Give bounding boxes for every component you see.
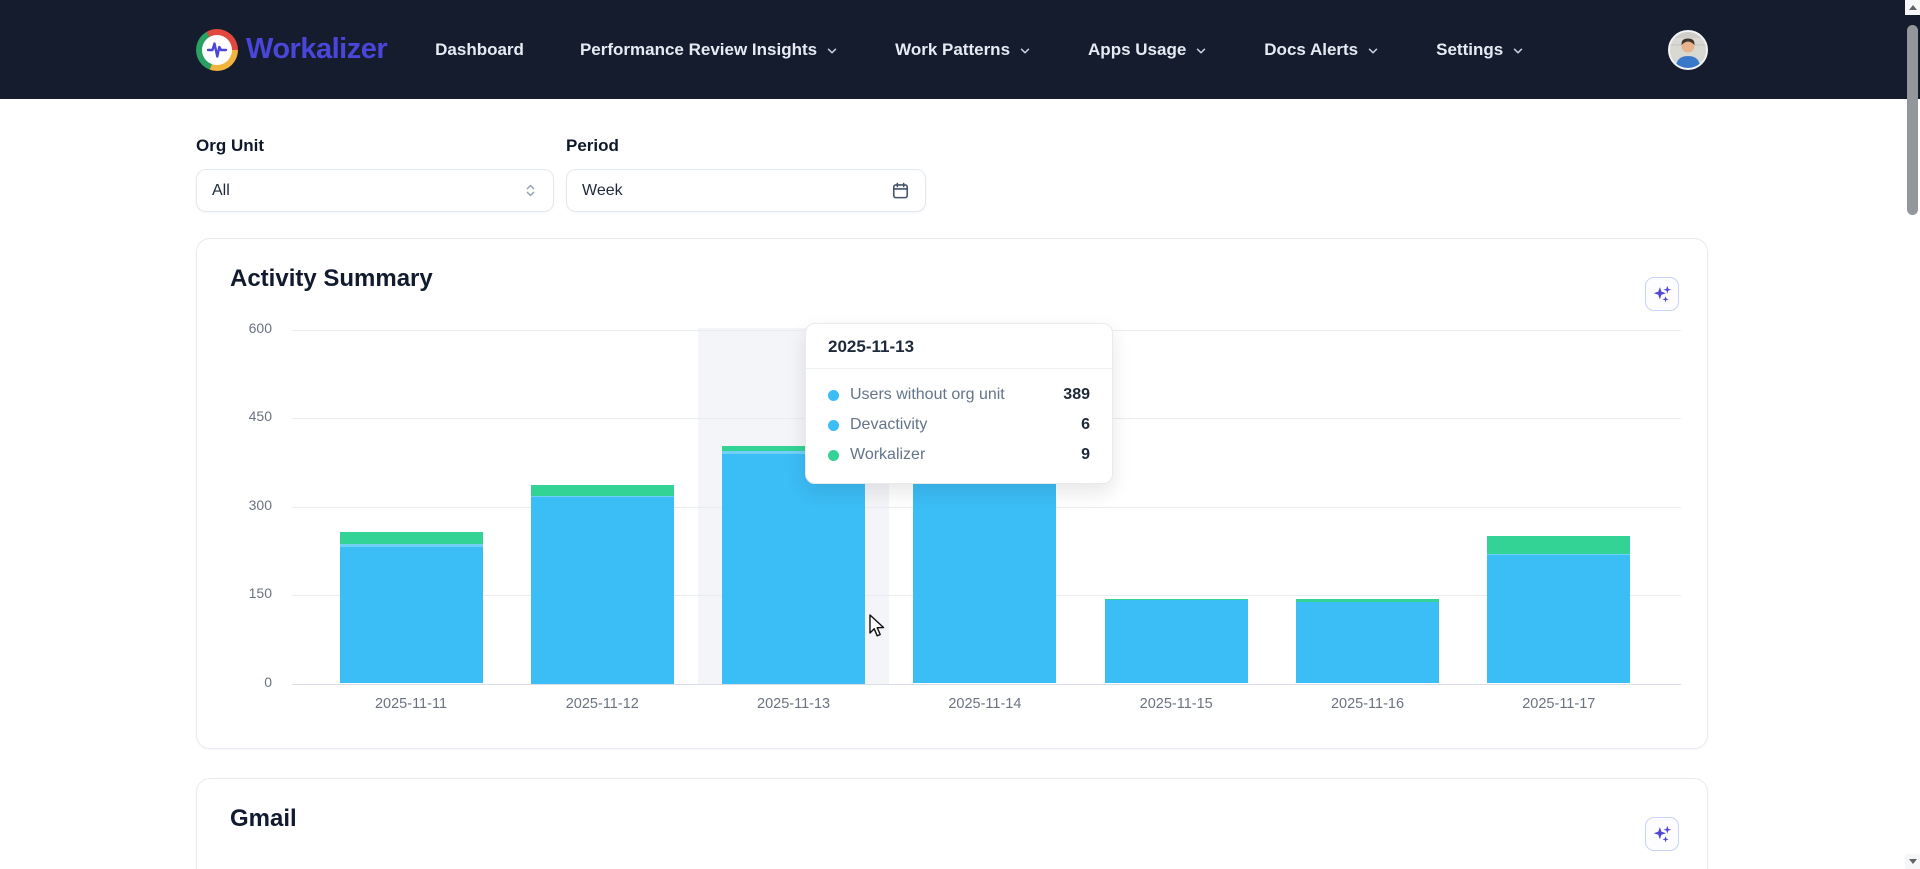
user-avatar[interactable]	[1668, 30, 1708, 70]
period-select[interactable]: Week	[566, 169, 926, 212]
scrollbar-thumb[interactable]	[1907, 25, 1918, 215]
x-axis-label: 2025-11-15	[1081, 696, 1271, 712]
scroll-up-button[interactable]	[1905, 0, 1920, 15]
activity-summary-title: Activity Summary	[230, 265, 433, 293]
org-unit-value: All	[212, 182, 523, 200]
x-axis-label: 2025-11-13	[699, 696, 889, 712]
bar-segment	[1105, 600, 1248, 684]
brand-logo[interactable]: Workalizer	[196, 29, 387, 71]
activity-summary-card: Activity Summary 600 450 300 150 0 2025-11-11…	[196, 238, 1708, 749]
nav-item-performance-review-insights[interactable]: Performance Review Insights	[580, 40, 839, 60]
tooltip-date: 2025-11-13	[806, 324, 1112, 369]
y-axis-tick: 600	[197, 320, 272, 336]
scrollbar	[1905, 0, 1920, 869]
gmail-card: Gmail	[196, 778, 1708, 869]
bar-segment	[340, 532, 483, 544]
chevron-down-icon	[1194, 44, 1208, 58]
bar-2025-11-15[interactable]	[1105, 599, 1248, 684]
tooltip-row: Devactivity6	[828, 410, 1090, 440]
nav-item-docs-alerts[interactable]: Docs Alerts	[1264, 40, 1380, 60]
series-dot	[828, 390, 839, 401]
chevron-down-icon	[825, 44, 839, 58]
bar-segment	[531, 497, 674, 683]
bar-segment	[340, 547, 483, 684]
series-dot	[828, 450, 839, 461]
chevron-down-icon	[1018, 44, 1032, 58]
x-axis-label: 2025-11-12	[507, 696, 697, 712]
bar-segment	[722, 454, 865, 683]
org-unit-label: Org Unit	[196, 136, 554, 156]
y-axis-tick: 450	[197, 408, 272, 424]
nav-links: Dashboard Performance Review Insights Work…	[435, 40, 1525, 60]
sparkles-icon	[1652, 824, 1673, 845]
chevron-down-icon	[1366, 44, 1380, 58]
bar-segment	[1487, 536, 1630, 554]
y-axis-tick: 150	[197, 585, 272, 601]
bar-segment	[913, 477, 1056, 683]
org-unit-select[interactable]: All	[196, 169, 554, 212]
bar-2025-11-16[interactable]	[1296, 599, 1439, 683]
nav-item-settings[interactable]: Settings	[1436, 40, 1525, 60]
sparkles-icon	[1652, 284, 1673, 305]
bar-2025-11-11[interactable]	[340, 532, 483, 683]
bar-segment	[531, 485, 674, 496]
nav-item-work-patterns[interactable]: Work Patterns	[895, 40, 1032, 60]
x-axis-label: 2025-11-17	[1464, 696, 1654, 712]
pulse-logo-icon	[196, 29, 238, 71]
y-axis-tick: 0	[197, 674, 272, 690]
chart-tooltip: 2025-11-13 Users without org unit389Deva…	[805, 323, 1113, 484]
nav-item-apps-usage[interactable]: Apps Usage	[1088, 40, 1208, 60]
y-axis-tick: 300	[197, 497, 272, 513]
calendar-icon[interactable]	[891, 181, 910, 200]
period-value: Week	[582, 182, 891, 200]
scroll-down-button[interactable]	[1905, 854, 1920, 869]
ai-insights-button[interactable]	[1645, 277, 1679, 311]
chevrons-up-down-icon	[523, 183, 538, 198]
filters-row: Org Unit All Period Week	[196, 99, 1708, 212]
ai-insights-button-gmail[interactable]	[1645, 817, 1679, 851]
tooltip-row: Users without org unit389	[828, 380, 1090, 410]
chevron-down-icon	[1511, 44, 1525, 58]
period-label: Period	[566, 136, 926, 156]
bar-segment	[1296, 602, 1439, 684]
tooltip-row: Workalizer9	[828, 440, 1090, 470]
gridline	[292, 684, 1681, 685]
bar-segment	[1487, 555, 1630, 683]
series-dot	[828, 420, 839, 431]
nav-item-dashboard[interactable]: Dashboard	[435, 40, 524, 60]
bar-2025-11-17[interactable]	[1487, 536, 1630, 683]
brand-name: Workalizer	[246, 33, 387, 66]
x-axis-label: 2025-11-14	[890, 696, 1080, 712]
x-axis-label: 2025-11-16	[1273, 696, 1463, 712]
top-navbar: Workalizer Dashboard Performance Review I…	[0, 0, 1920, 99]
bar-2025-11-12[interactable]	[531, 485, 674, 684]
bar-2025-11-14[interactable]	[913, 473, 1056, 684]
gmail-title: Gmail	[230, 805, 297, 833]
x-axis-label: 2025-11-11	[316, 696, 506, 712]
